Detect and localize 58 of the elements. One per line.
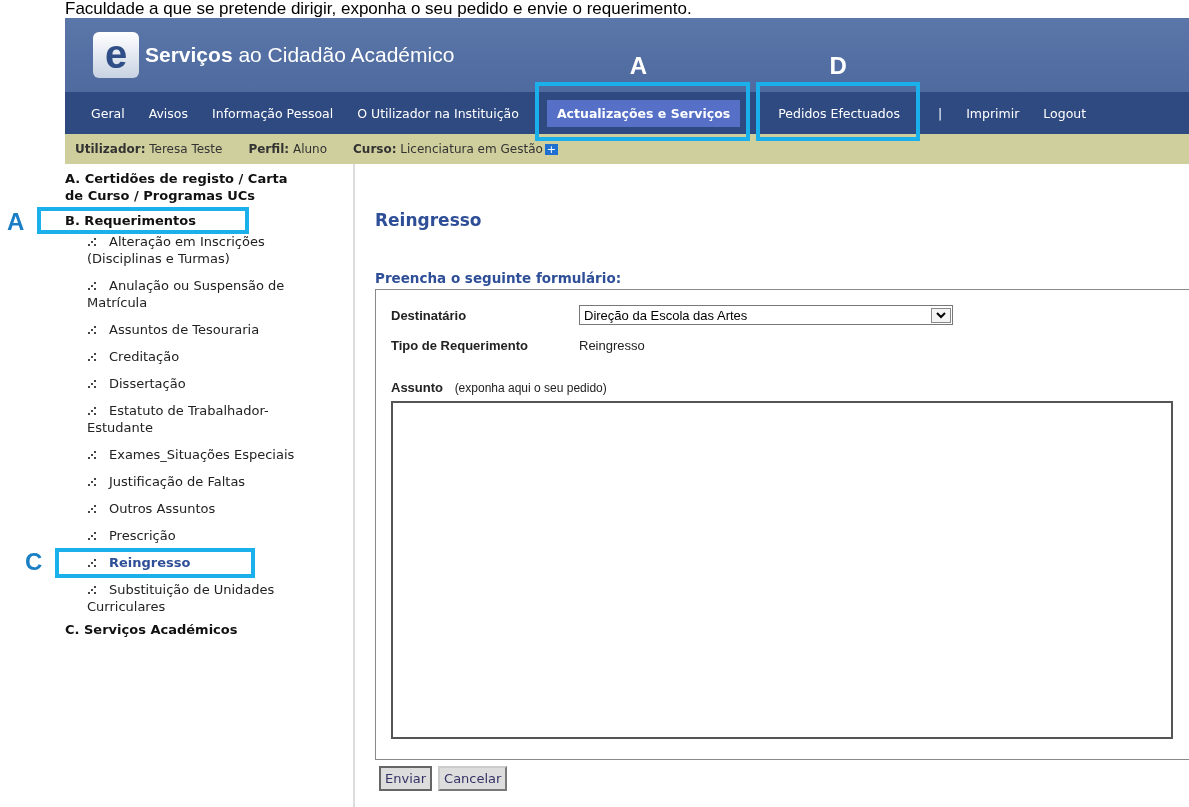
bullet-icon [87, 281, 97, 291]
recipient-dropdown[interactable]: Direção da Escola das Artes [579, 305, 953, 325]
bullet-icon [87, 352, 97, 362]
sidebar-item[interactable]: Outros Assuntos [65, 496, 317, 523]
form-button[interactable]: Cancelar [438, 766, 508, 791]
nav-tab[interactable]: Avisos [138, 99, 199, 127]
nav-tab[interactable]: O Utilizador na Instituição [347, 99, 529, 127]
form-button[interactable]: Enviar [379, 766, 433, 791]
user-info: Utilizador: Teresa Teste [75, 142, 223, 156]
nav-tab[interactable]: Geral [81, 99, 135, 127]
logo-icon: e [93, 32, 139, 78]
document-text: Faculdade a que se pretende dirigir, exponha o seu pedido e envie o requerimento. [64, 0, 693, 18]
callout-letter: C [25, 550, 43, 574]
sidebar-section[interactable]: C. Serviços Académicos [65, 621, 315, 638]
page-title: Reingresso [375, 210, 483, 230]
nav-tab[interactable]: Informação Pessoal [202, 99, 344, 127]
sidebar-section[interactable]: A. Certidões de registo / Carta de Curso / Programas UCs [65, 170, 315, 204]
user-info: Perfil: Aluno [248, 142, 328, 156]
site-title: Serviços ao Cidadão Académico [145, 43, 455, 67]
sidebar-section[interactable]: B. Requerimentos [65, 212, 315, 229]
field-value: Reingresso [579, 337, 645, 353]
callout-letter: D [829, 53, 847, 78]
field-label: Tipo de Requerimento [391, 337, 529, 353]
bullet-icon [87, 450, 97, 460]
sidebar-item[interactable]: Prescrição [65, 523, 317, 550]
sidebar-item[interactable]: Substituição de Unidades Curriculares [65, 577, 317, 621]
sidebar-item[interactable]: Exames_Situações Especiais [65, 442, 317, 469]
expand-button[interactable]: + [544, 143, 559, 155]
field-label: Assunto [391, 380, 443, 395]
field-label: Destinatário [391, 307, 468, 323]
bullet-icon [87, 504, 97, 514]
nav-tab[interactable]: Actualizações e Serviços [546, 99, 741, 127]
nav-separator: | [936, 105, 944, 121]
bullet-icon [87, 558, 97, 568]
sidebar-item[interactable]: Alteração em Inscrições (Disciplinas e Turmas) [65, 229, 317, 273]
bullet-icon [87, 585, 97, 595]
nav-tab[interactable]: Imprimir [956, 99, 1030, 127]
sidebar-item[interactable]: Estatuto de Trabalhador-Estudante [65, 398, 317, 442]
sidebar-item[interactable]: Anulação ou Suspensão de Matrícula [65, 273, 317, 317]
callout-letter: A [7, 210, 25, 234]
subject-textarea[interactable] [391, 401, 1173, 739]
bullet-icon [87, 379, 97, 389]
nav-tab[interactable]: Logout [1033, 99, 1097, 127]
bullet-icon [87, 237, 97, 247]
sidebar-item[interactable]: Dissertação [65, 371, 317, 398]
nav-tab[interactable]: Pedidos Efectuados [768, 99, 910, 127]
bullet-icon [87, 531, 97, 541]
sidebar-item[interactable]: Creditação [65, 344, 317, 371]
field-hint: (exponha aqui o seu pedido) [454, 381, 607, 395]
sidebar-item[interactable]: Justificação de Faltas [65, 469, 317, 496]
bullet-icon [87, 406, 97, 416]
form-heading: Preencha o seguinte formulário: [375, 270, 623, 286]
user-info: Curso: Licenciatura em Gestão [353, 142, 543, 156]
callout-letter: A [629, 53, 648, 78]
bullet-icon [87, 477, 97, 487]
sidebar-item[interactable]: Assuntos de Tesouraria [65, 317, 317, 344]
sidebar-item[interactable]: Reingresso [65, 550, 317, 577]
bullet-icon [87, 325, 97, 335]
